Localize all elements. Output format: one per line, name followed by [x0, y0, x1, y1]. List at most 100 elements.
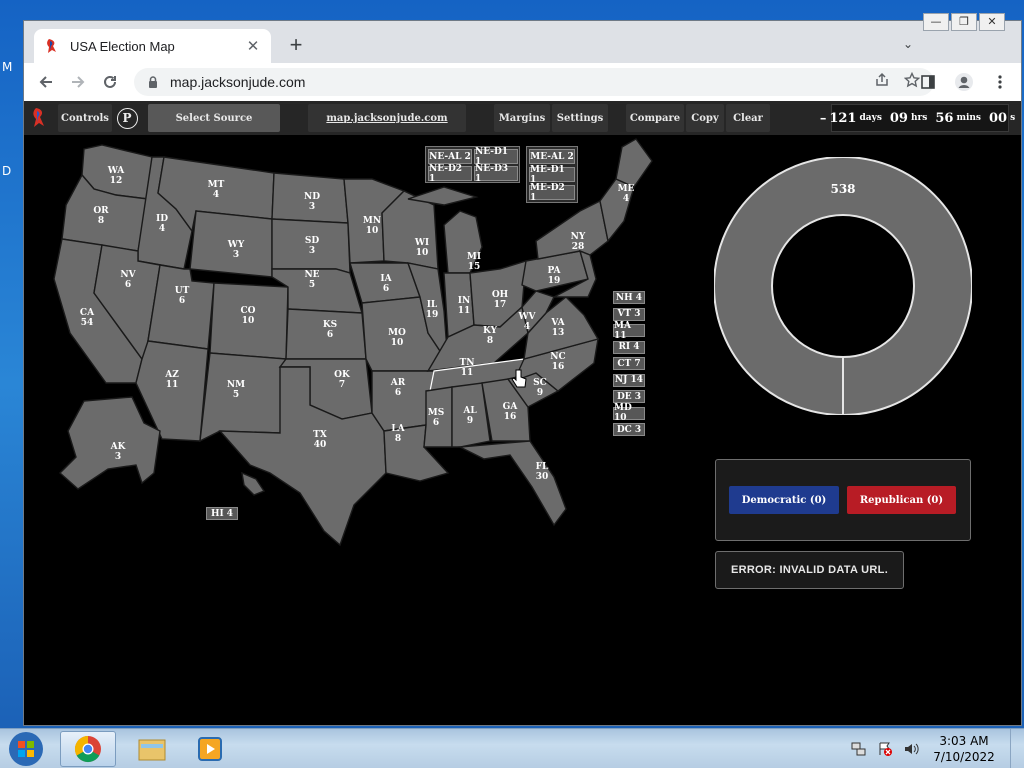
- me-d2-box[interactable]: ME-D2 1: [529, 183, 575, 203]
- me-d1-box[interactable]: ME-D1 1: [529, 165, 575, 185]
- state-label-mo[interactable]: MO: [388, 328, 406, 338]
- chrome-taskbar-button[interactable]: [60, 731, 116, 767]
- small-state-box[interactable]: RI 4: [613, 340, 645, 354]
- state-label-ms[interactable]: MS: [428, 408, 444, 418]
- folder-icon: [138, 739, 166, 761]
- state-ev-ms: 6: [433, 418, 439, 428]
- address-bar[interactable]: map.jacksonjude.com: [134, 68, 934, 96]
- state-label-mi[interactable]: MI: [467, 252, 481, 262]
- state-ev-mt: 4: [213, 190, 219, 200]
- media-player-icon: [198, 737, 222, 761]
- state-label-tn[interactable]: TN: [460, 358, 475, 368]
- state-label-nd[interactable]: ND: [304, 192, 320, 202]
- republican-button[interactable]: Republican (0): [847, 486, 956, 514]
- file-explorer-taskbar-button[interactable]: [124, 731, 180, 767]
- small-state-box[interactable]: MD 10: [613, 403, 645, 423]
- state-label-tx[interactable]: TX: [313, 430, 327, 440]
- small-state-box[interactable]: DC 3: [613, 423, 645, 436]
- small-state-box[interactable]: CT 7: [613, 357, 645, 370]
- state-label-ia[interactable]: IA: [380, 274, 392, 284]
- small-state-box[interactable]: VT 3: [613, 307, 645, 321]
- state-label-ny[interactable]: NY: [571, 232, 586, 242]
- volume-icon[interactable]: [902, 740, 920, 758]
- restore-button[interactable]: ❐: [951, 13, 977, 31]
- state-label-al[interactable]: AL: [462, 406, 477, 416]
- show-desktop-button[interactable]: [1010, 729, 1024, 768]
- hand-cursor-icon: [511, 369, 527, 388]
- side-panel-icon[interactable]: [915, 68, 941, 96]
- state-label-ok[interactable]: OK: [334, 370, 351, 380]
- state-label-ga[interactable]: GA: [503, 402, 519, 412]
- state-label-ks[interactable]: KS: [323, 320, 337, 330]
- forward-arrow-icon[interactable]: [62, 66, 94, 98]
- state-label-nm[interactable]: NM: [227, 380, 245, 390]
- state-label-or[interactable]: OR: [93, 206, 109, 216]
- state-ev-tn: 11: [461, 368, 474, 378]
- tab-title: USA Election Map: [70, 38, 175, 54]
- reload-icon[interactable]: [94, 66, 126, 98]
- ne-d1-box[interactable]: NE-D1 1: [474, 147, 518, 167]
- state-ev-ne: 5: [309, 280, 315, 290]
- close-window-button[interactable]: ✕: [979, 13, 1005, 31]
- media-player-taskbar-button[interactable]: [182, 731, 238, 767]
- small-state-box[interactable]: MA 11: [613, 321, 645, 341]
- kebab-menu-icon[interactable]: [987, 68, 1013, 96]
- small-state-box[interactable]: NJ 14: [613, 373, 645, 387]
- state-label-me[interactable]: ME: [618, 184, 635, 194]
- lock-icon: [149, 76, 157, 88]
- state-label-co[interactable]: CO: [240, 306, 255, 316]
- tab-close-icon[interactable]: ✕: [245, 37, 261, 55]
- maine-districts: ME-AL 2 ME-D1 1 ME-D2 1: [526, 146, 578, 203]
- state-ev-id: 4: [159, 224, 165, 234]
- state-label-wi[interactable]: WI: [414, 238, 429, 248]
- state-label-nc[interactable]: NC: [550, 352, 565, 362]
- tab-usa-election-map[interactable]: USA Election Map ✕: [34, 29, 271, 63]
- state-label-sd[interactable]: SD: [305, 236, 319, 246]
- democratic-button[interactable]: Democratic (0): [729, 486, 839, 514]
- state-label-nv[interactable]: NV: [120, 270, 136, 280]
- ne-d3-box[interactable]: NE-D3 1: [474, 164, 518, 184]
- state-label-in[interactable]: IN: [458, 296, 470, 306]
- state-label-id[interactable]: ID: [156, 214, 168, 224]
- state-label-ne[interactable]: NE: [304, 270, 319, 280]
- state-label-ca[interactable]: CA: [80, 308, 95, 318]
- small-state-box[interactable]: DE 3: [613, 390, 645, 403]
- state-label-oh[interactable]: OH: [492, 290, 509, 300]
- state-label-ut[interactable]: UT: [175, 286, 190, 296]
- new-tab-button[interactable]: +: [286, 34, 306, 56]
- hi-box[interactable]: HI 4: [206, 507, 238, 520]
- state-label-sc[interactable]: SC: [533, 378, 547, 388]
- state-label-wa[interactable]: WA: [107, 166, 126, 176]
- state-label-fl[interactable]: FL: [536, 462, 549, 472]
- state-label-ar[interactable]: AR: [390, 378, 406, 388]
- back-arrow-icon[interactable]: [30, 66, 62, 98]
- state-ev-la: 8: [395, 434, 401, 444]
- state-label-mn[interactable]: MN: [363, 216, 381, 226]
- state-label-az[interactable]: AZ: [164, 370, 179, 380]
- state-ev-tx: 40: [314, 440, 327, 450]
- state-label-wy[interactable]: WY: [227, 240, 245, 250]
- ne-d2-box[interactable]: NE-D2 1: [428, 164, 472, 184]
- state-ev-ny: 28: [572, 242, 585, 252]
- state-label-wv[interactable]: WV: [517, 312, 536, 322]
- state-label-va[interactable]: VA: [550, 318, 565, 328]
- state-label-il[interactable]: IL: [427, 300, 438, 310]
- state-label-ky[interactable]: KY: [483, 326, 498, 336]
- ne-al-box[interactable]: NE-AL 2: [428, 149, 472, 164]
- me-al-box[interactable]: ME-AL 2: [529, 149, 575, 164]
- state-label-ak[interactable]: AK: [110, 442, 127, 452]
- state-label-la[interactable]: LA: [391, 424, 405, 434]
- state-label-pa[interactable]: PA: [547, 266, 561, 276]
- tab-search-chevron-icon[interactable]: ⌄: [903, 37, 913, 51]
- action-center-flag-icon[interactable]: [876, 740, 894, 758]
- state-shape-ut: [147, 264, 215, 350]
- system-clock[interactable]: 3:03 AM 7/10/2022: [924, 733, 1004, 765]
- small-state-box[interactable]: NH 4: [613, 291, 645, 304]
- state-ev-ia: 6: [383, 284, 389, 294]
- network-icon[interactable]: [850, 740, 868, 758]
- minimize-button[interactable]: —: [923, 13, 949, 31]
- share-icon[interactable]: [874, 72, 890, 92]
- state-label-mt[interactable]: MT: [208, 180, 225, 190]
- profile-avatar-icon[interactable]: [951, 68, 977, 96]
- start-button[interactable]: [4, 731, 48, 767]
